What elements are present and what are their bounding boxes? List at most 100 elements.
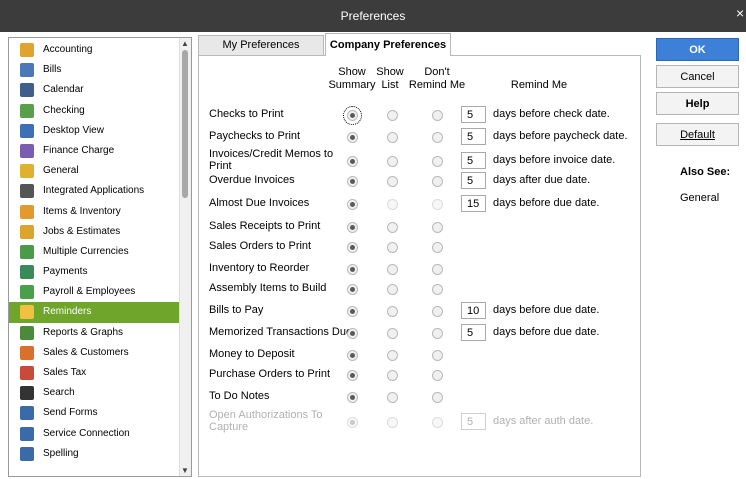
radio-dont[interactable] <box>432 392 443 403</box>
sidebar-item-send-forms[interactable]: Send Forms <box>9 403 180 423</box>
radio-list[interactable] <box>387 176 398 187</box>
also-see-general-link[interactable]: General <box>680 192 719 204</box>
cancel-button[interactable]: Cancel <box>656 65 739 88</box>
days-input[interactable]: 10 <box>461 302 486 319</box>
radio-list[interactable] <box>387 199 398 210</box>
radio-dont[interactable] <box>432 110 443 121</box>
help-button[interactable]: Help <box>656 92 739 115</box>
sidebar-item-general[interactable]: General <box>9 161 180 181</box>
radio-list[interactable] <box>387 222 398 233</box>
radio-summary[interactable] <box>347 284 358 295</box>
radio-summary[interactable] <box>347 199 358 210</box>
sidebar-item-integrated-applications[interactable]: Integrated Applications <box>9 181 180 201</box>
sidebar-item-sales-tax[interactable]: Sales Tax <box>9 363 180 383</box>
reminder-label: Purchase Orders to Print <box>209 368 331 380</box>
sidebar-item-multiple-currencies[interactable]: Multiple Currencies <box>9 242 180 262</box>
radio-summary[interactable] <box>347 176 358 187</box>
title-bar: Preferences × <box>0 0 746 32</box>
sales-customers-icon <box>20 345 34 360</box>
preferences-category-list[interactable]: Accounting Bills Calendar Checking Desktop V… <box>8 37 192 477</box>
radio-list[interactable] <box>387 110 398 121</box>
sidebar-item-payroll-employees[interactable]: Payroll & Employees <box>9 282 180 302</box>
radio-list[interactable] <box>387 264 398 275</box>
sidebar-item-payments[interactable]: Payments <box>9 262 180 282</box>
days-input[interactable]: 5 <box>461 106 486 123</box>
radio-dont[interactable] <box>432 306 443 317</box>
radio-dont[interactable] <box>432 328 443 339</box>
radio-list[interactable] <box>387 392 398 403</box>
close-icon[interactable]: × <box>736 5 746 21</box>
reminder-label: To Do Notes <box>209 390 270 402</box>
sidebar-item-accounting[interactable]: Accounting <box>9 40 180 60</box>
sidebar-item-sales-customers[interactable]: Sales & Customers <box>9 343 180 363</box>
reminder-label: Invoices/Credit Memos to Print <box>209 148 334 172</box>
radio-dont[interactable] <box>432 199 443 210</box>
radio-list[interactable] <box>387 242 398 253</box>
radio-summary[interactable] <box>347 392 358 403</box>
sidebar-item-calendar[interactable]: Calendar <box>9 80 180 100</box>
radio-list[interactable] <box>387 156 398 167</box>
radio-list[interactable] <box>387 370 398 381</box>
sidebar-item-spelling[interactable]: Spelling <box>9 444 180 464</box>
tab-my-preferences[interactable]: My Preferences <box>198 35 324 55</box>
days-description: days before check date. <box>493 108 610 120</box>
radio-dont[interactable] <box>432 417 443 428</box>
sidebar-scrollbar[interactable]: ▲ ▼ <box>179 38 191 476</box>
tab-company-preferences[interactable]: Company Preferences <box>325 33 451 56</box>
sidebar-item-search[interactable]: Search <box>9 383 180 403</box>
radio-list[interactable] <box>387 284 398 295</box>
radio-summary[interactable] <box>347 242 358 253</box>
scrollbar-thumb[interactable] <box>182 50 188 198</box>
days-description: days before due date. <box>493 304 600 316</box>
sidebar-item-jobs-estimates[interactable]: Jobs & Estimates <box>9 222 180 242</box>
radio-dont[interactable] <box>432 156 443 167</box>
radio-dont[interactable] <box>432 132 443 143</box>
radio-dont[interactable] <box>432 242 443 253</box>
days-input[interactable]: 5 <box>461 324 486 341</box>
radio-summary[interactable] <box>347 350 358 361</box>
sidebar-item-label: Items & Inventory <box>43 205 121 217</box>
days-input[interactable]: 5 <box>461 172 486 189</box>
sidebar-item-label: Sales Tax <box>43 367 87 378</box>
days-description: days before due date. <box>493 326 600 338</box>
default-button[interactable]: Default <box>656 123 739 146</box>
ok-button[interactable]: OK <box>656 38 739 61</box>
radio-list[interactable] <box>387 417 398 428</box>
radio-summary[interactable] <box>347 417 358 428</box>
sidebar-item-reports-graphs[interactable]: Reports & Graphs <box>9 323 180 343</box>
scroll-down-icon[interactable]: ▼ <box>181 466 189 475</box>
radio-dont[interactable] <box>432 284 443 295</box>
scroll-up-icon[interactable]: ▲ <box>181 39 189 48</box>
radio-summary[interactable] <box>347 156 358 167</box>
radio-list[interactable] <box>387 306 398 317</box>
sidebar-item-label: Integrated Applications <box>43 185 145 197</box>
sidebar-item-finance-charge[interactable]: Finance Charge <box>9 141 180 161</box>
radio-summary[interactable] <box>347 264 358 275</box>
radio-summary[interactable] <box>347 306 358 317</box>
days-input[interactable]: 15 <box>461 195 486 212</box>
radio-summary[interactable] <box>347 132 358 143</box>
radio-dont[interactable] <box>432 222 443 233</box>
radio-dont[interactable] <box>432 350 443 361</box>
days-input[interactable]: 5 <box>461 128 486 145</box>
radio-dont[interactable] <box>432 370 443 381</box>
radio-list[interactable] <box>387 328 398 339</box>
sidebar-item-items-inventory[interactable]: Items & Inventory <box>9 202 180 222</box>
radio-dont[interactable] <box>432 176 443 187</box>
radio-summary[interactable] <box>347 328 358 339</box>
radio-summary[interactable] <box>343 106 362 125</box>
radio-summary[interactable] <box>347 222 358 233</box>
sidebar-item-checking[interactable]: Checking <box>9 101 180 121</box>
days-input[interactable]: 5 <box>461 413 486 430</box>
sidebar-item-service-connection[interactable]: Service Connection <box>9 424 180 444</box>
radio-list[interactable] <box>387 350 398 361</box>
sidebar-item-reminders[interactable]: Reminders <box>9 302 180 323</box>
sidebar-item-bills[interactable]: Bills <box>9 60 180 80</box>
radio-summary[interactable] <box>347 370 358 381</box>
accounting-icon <box>20 43 34 57</box>
radio-list[interactable] <box>387 132 398 143</box>
jobs-estimates-icon <box>20 224 34 239</box>
days-input[interactable]: 5 <box>461 152 486 169</box>
radio-dont[interactable] <box>432 264 443 275</box>
sidebar-item-desktop-view[interactable]: Desktop View <box>9 121 180 141</box>
